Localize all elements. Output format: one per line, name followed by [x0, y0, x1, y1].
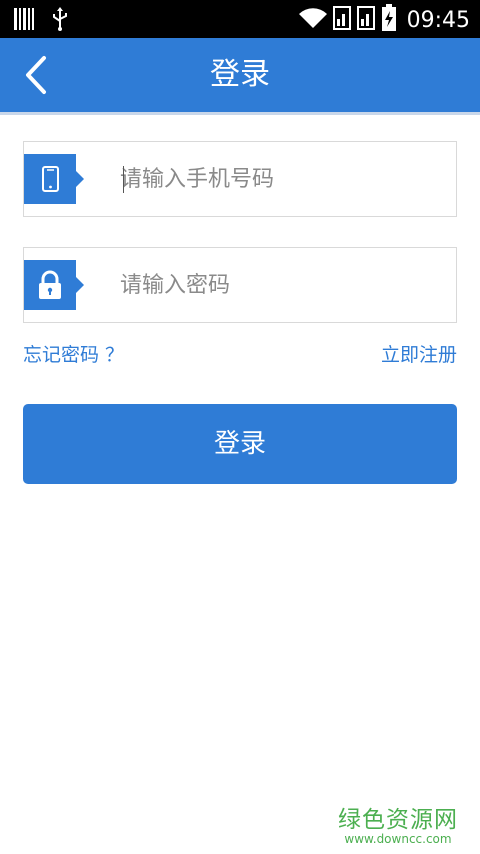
password-input[interactable]	[120, 248, 440, 322]
status-bar: 09:45	[0, 0, 480, 38]
forgot-password-link[interactable]: 忘记密码 ？	[23, 340, 124, 367]
phone-field-tag	[24, 154, 84, 204]
watermark-main: 绿色资源网	[338, 807, 458, 833]
password-field[interactable]	[23, 247, 457, 323]
password-field-tag	[24, 260, 84, 310]
lock-icon	[39, 270, 61, 299]
login-button[interactable]: 登录	[23, 404, 457, 484]
battery-charging-icon	[381, 4, 397, 36]
register-link[interactable]: 立即注册	[381, 340, 457, 367]
phone-input[interactable]	[120, 142, 440, 216]
mobile-phone-icon	[42, 166, 59, 192]
app-bar-divider	[0, 112, 480, 115]
watermark: 绿色资源网 www.downcc.com	[338, 800, 458, 846]
text-caret	[123, 166, 124, 193]
sim-signal-icon	[332, 5, 351, 35]
phone-field[interactable]	[23, 141, 457, 217]
watermark-sub: www.downcc.com	[344, 832, 452, 846]
page-title: 登录	[210, 57, 270, 92]
app-bar: 登录	[0, 38, 480, 112]
wifi-icon	[298, 6, 327, 34]
usb-icon	[52, 7, 68, 35]
sim-signal-icon	[356, 5, 375, 35]
barcode-icon	[14, 8, 34, 34]
status-time: 09:45	[406, 7, 470, 33]
